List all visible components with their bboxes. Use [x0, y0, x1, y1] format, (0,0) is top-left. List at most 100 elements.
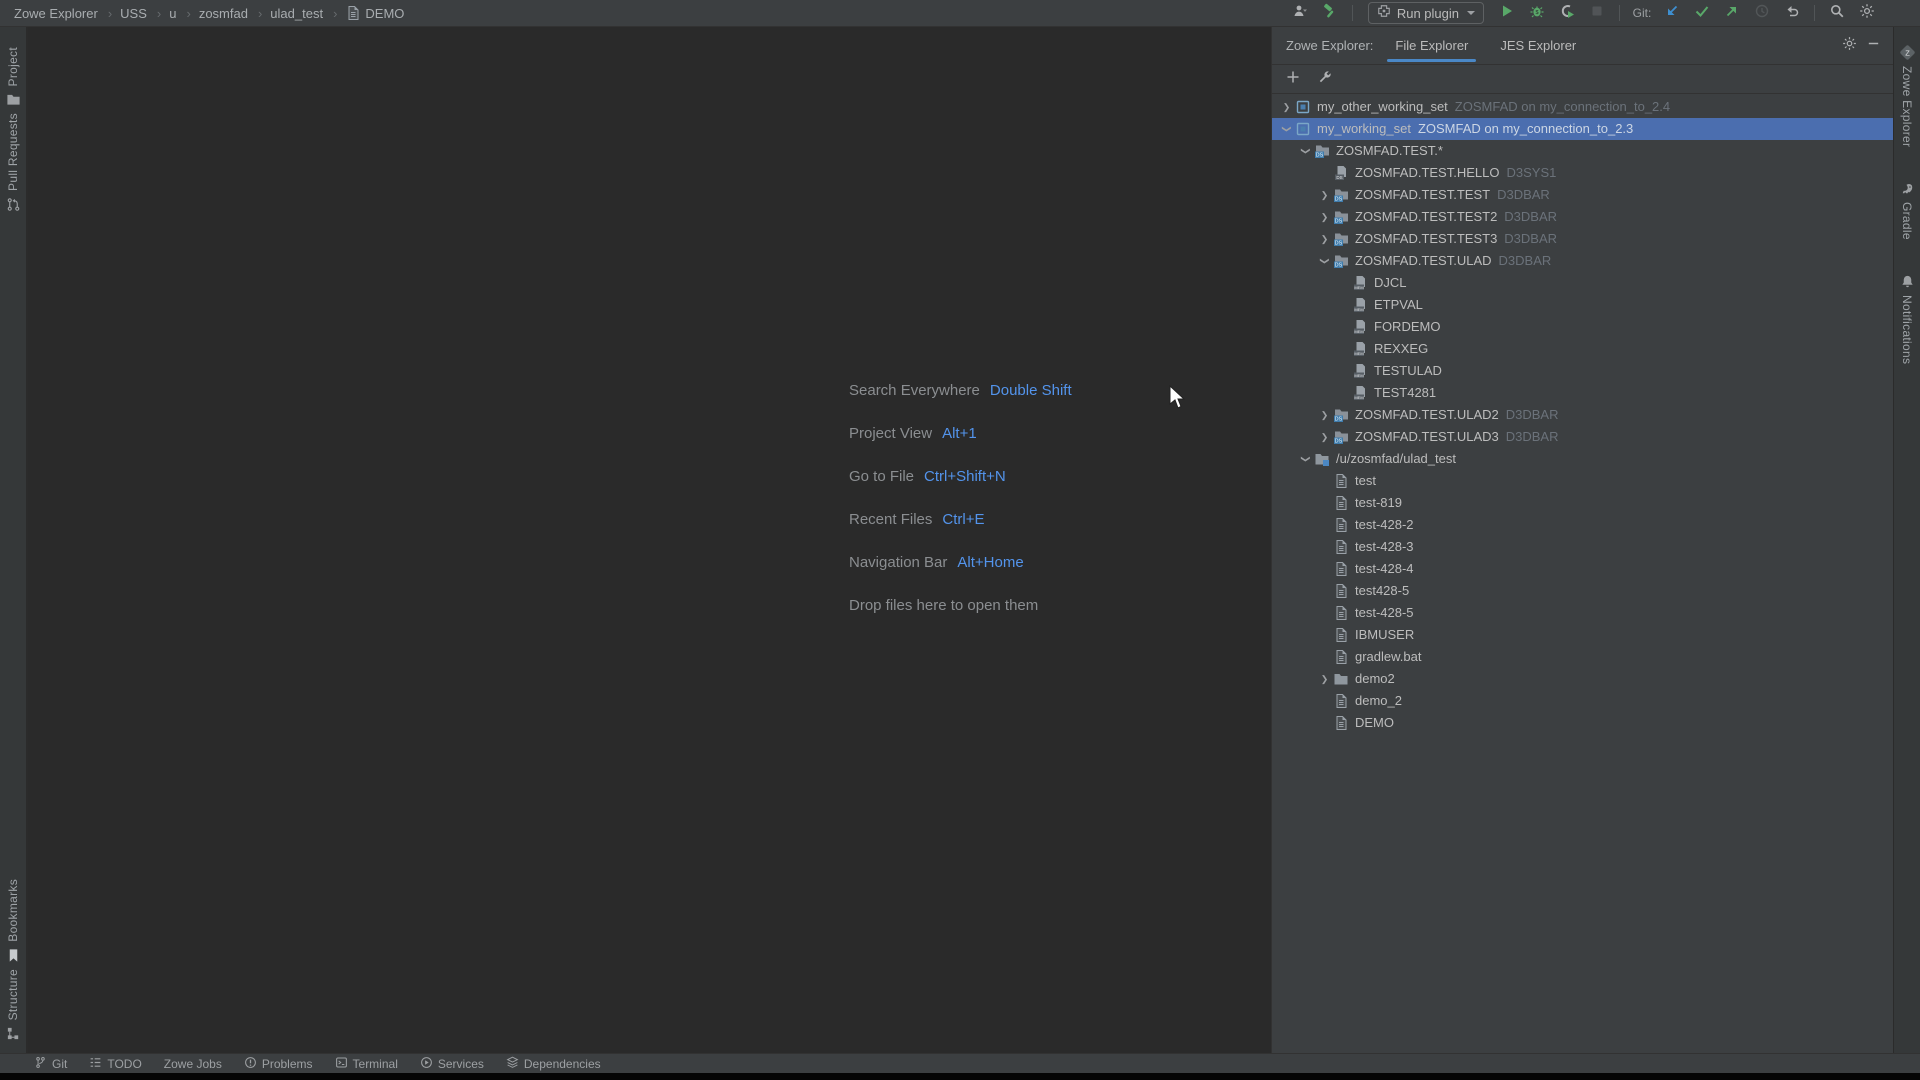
toolbar-button[interactable]: [1494, 2, 1520, 24]
tree-row[interactable]: MEM TESTULAD: [1272, 360, 1893, 382]
breadcrumb-item[interactable]: USS: [100, 6, 149, 21]
toolbar-button[interactable]: [1584, 2, 1610, 24]
tool-window-tab[interactable]: JES Explorer: [1496, 27, 1580, 65]
tree-row[interactable]: gradlew.bat: [1272, 646, 1893, 668]
tree-chevron[interactable]: [1316, 250, 1333, 272]
toolbar-button[interactable]: [1554, 2, 1580, 24]
toolbar-button[interactable]: [1824, 2, 1850, 24]
tool-window-bar-button[interactable]: Dependencies: [506, 1056, 601, 1072]
tool-stripe-button[interactable]: Notifications: [1894, 274, 1920, 364]
tree-chevron[interactable]: [1316, 184, 1333, 206]
toolbar-button[interactable]: [1719, 2, 1745, 24]
tree-row[interactable]: /u/zosmfad/ulad_test: [1272, 448, 1893, 470]
tree-row[interactable]: test428-5: [1272, 580, 1893, 602]
breadcrumb-item[interactable]: ulad_test: [250, 6, 325, 21]
tree-row[interactable]: DS ZOSMFAD.TEST.TEST2 D3DBAR: [1272, 206, 1893, 228]
tree-chevron[interactable]: [1278, 118, 1295, 140]
toolbar-button[interactable]: [1689, 2, 1715, 24]
ds-folder-icon: DS: [1333, 407, 1349, 423]
member-icon: MEM: [1352, 297, 1368, 313]
tree-row[interactable]: IBMUSER: [1272, 624, 1893, 646]
tree-row[interactable]: test: [1272, 470, 1893, 492]
zowe-icon: Z: [1900, 45, 1915, 60]
tree-row[interactable]: DS ZOSMFAD.TEST.ULAD D3DBAR: [1272, 250, 1893, 272]
tree-chevron[interactable]: [1278, 96, 1295, 118]
tool-window-bar-button[interactable]: Git: [34, 1056, 67, 1072]
tree-row[interactable]: my_other_working_set ZOSMFAD on my_conne…: [1272, 96, 1893, 118]
tree-chevron[interactable]: [1316, 404, 1333, 426]
breadcrumb-item[interactable]: DEMO: [325, 5, 406, 21]
tree-row[interactable]: MEM ETPVAL: [1272, 294, 1893, 316]
member-icon: MEM: [1352, 275, 1368, 291]
toolbar-button[interactable]: [1779, 2, 1805, 24]
tool-window-bar-button[interactable]: TODO: [89, 1056, 141, 1072]
breadcrumb-item[interactable]: u: [149, 6, 179, 21]
toolbar-separator[interactable]: [1814, 5, 1815, 21]
run-configuration-select[interactable]: Run plugin: [1368, 2, 1484, 24]
tool-window-hide-button[interactable]: [1861, 34, 1885, 58]
breadcrumb-item[interactable]: Zowe Explorer: [12, 6, 100, 21]
zowe-explorer-tool-window: Zowe Explorer: File Explorer JES Explore…: [1271, 27, 1893, 1053]
toolbar-button[interactable]: [1659, 2, 1685, 24]
tree-row[interactable]: demo_2: [1272, 690, 1893, 712]
toolbar-separator[interactable]: [1619, 5, 1620, 21]
tree-chevron[interactable]: [1316, 228, 1333, 250]
tree-row[interactable]: MEM DJCL: [1272, 272, 1893, 294]
tree-row[interactable]: test-428-4: [1272, 558, 1893, 580]
ds-file-icon: DS: [1333, 165, 1349, 181]
edit-working-sets-button[interactable]: [1314, 68, 1336, 90]
member-icon: MEM: [1352, 363, 1368, 379]
tree-row[interactable]: DS ZOSMFAD.TEST.ULAD2 D3DBAR: [1272, 404, 1893, 426]
tree-row[interactable]: test-428-3: [1272, 536, 1893, 558]
tool-window-bar-button[interactable]: Services: [420, 1056, 484, 1072]
tree-chevron[interactable]: [1316, 668, 1333, 690]
tool-stripe-button[interactable]: Pull Requests: [0, 113, 26, 212]
tree-chevron[interactable]: [1316, 206, 1333, 228]
debug-icon: $: [1529, 3, 1545, 24]
tree-row[interactable]: MEM FORDEMO: [1272, 316, 1893, 338]
ds-folder-icon: DS: [1333, 187, 1349, 203]
toolbar-button[interactable]: [1287, 2, 1313, 24]
tool-stripe-button[interactable]: Z Zowe Explorer: [1894, 45, 1920, 147]
toolbar-button[interactable]: Git:: [1629, 2, 1655, 24]
tool-window-tab[interactable]: File Explorer: [1391, 27, 1472, 65]
toolbar-button[interactable]: [1749, 2, 1775, 24]
tree-chevron[interactable]: [1297, 448, 1314, 470]
tool-stripe-button[interactable]: Bookmarks: [0, 879, 26, 963]
tree-row[interactable]: DS ZOSMFAD.TEST.*: [1272, 140, 1893, 162]
tool-window-bar-button[interactable]: Terminal: [335, 1056, 398, 1072]
tool-stripe-button[interactable]: Project: [0, 47, 26, 107]
tree-row[interactable]: DS ZOSMFAD.TEST.TEST D3DBAR: [1272, 184, 1893, 206]
tree-chevron[interactable]: [1297, 140, 1314, 162]
git-commit-icon: [1694, 3, 1710, 24]
tree-row[interactable]: DS ZOSMFAD.TEST.ULAD3 D3DBAR: [1272, 426, 1893, 448]
toolbar-button[interactable]: [1884, 2, 1910, 24]
tree-row[interactable]: test-428-2: [1272, 514, 1893, 536]
bell-icon: [1900, 274, 1915, 289]
toolbar-button[interactable]: $: [1524, 2, 1550, 24]
tree-chevron[interactable]: [1316, 426, 1333, 448]
tree-row[interactable]: DEMO: [1272, 712, 1893, 734]
tree-row[interactable]: my_working_set ZOSMFAD on my_connection_…: [1272, 118, 1893, 140]
tree-row[interactable]: test-819: [1272, 492, 1893, 514]
play-icon: [1499, 3, 1515, 24]
tree-row[interactable]: MEM TEST4281: [1272, 382, 1893, 404]
tool-stripe-button[interactable]: Structure: [0, 969, 26, 1041]
tree-row[interactable]: test-428-5: [1272, 602, 1893, 624]
add-working-set-button[interactable]: [1282, 68, 1304, 90]
toolbar-button[interactable]: [1854, 2, 1880, 24]
tree-row[interactable]: DS ZOSMFAD.TEST.TEST3 D3DBAR: [1272, 228, 1893, 250]
tree-row[interactable]: demo2: [1272, 668, 1893, 690]
shortcut-hints: Search Everywhere Double Shift Project V…: [849, 369, 1072, 627]
breadcrumb: Zowe Explorer USS u zosmfad ulad_test DE…: [0, 5, 406, 21]
tree-row[interactable]: DS ZOSMFAD.TEST.HELLO D3SYS1: [1272, 162, 1893, 184]
tool-window-settings-button[interactable]: [1837, 34, 1861, 58]
svg-text:DS: DS: [1335, 197, 1343, 203]
tool-window-bar-button[interactable]: Problems: [244, 1056, 313, 1072]
git-push-icon: [1724, 3, 1740, 24]
tree-row[interactable]: MEM REXXEG: [1272, 338, 1893, 360]
toolbar-button[interactable]: [1317, 2, 1343, 24]
tool-window-bar-button[interactable]: Zowe Jobs: [164, 1057, 222, 1071]
tool-stripe-button[interactable]: Gradle: [1894, 181, 1920, 240]
breadcrumb-item[interactable]: zosmfad: [178, 6, 249, 21]
